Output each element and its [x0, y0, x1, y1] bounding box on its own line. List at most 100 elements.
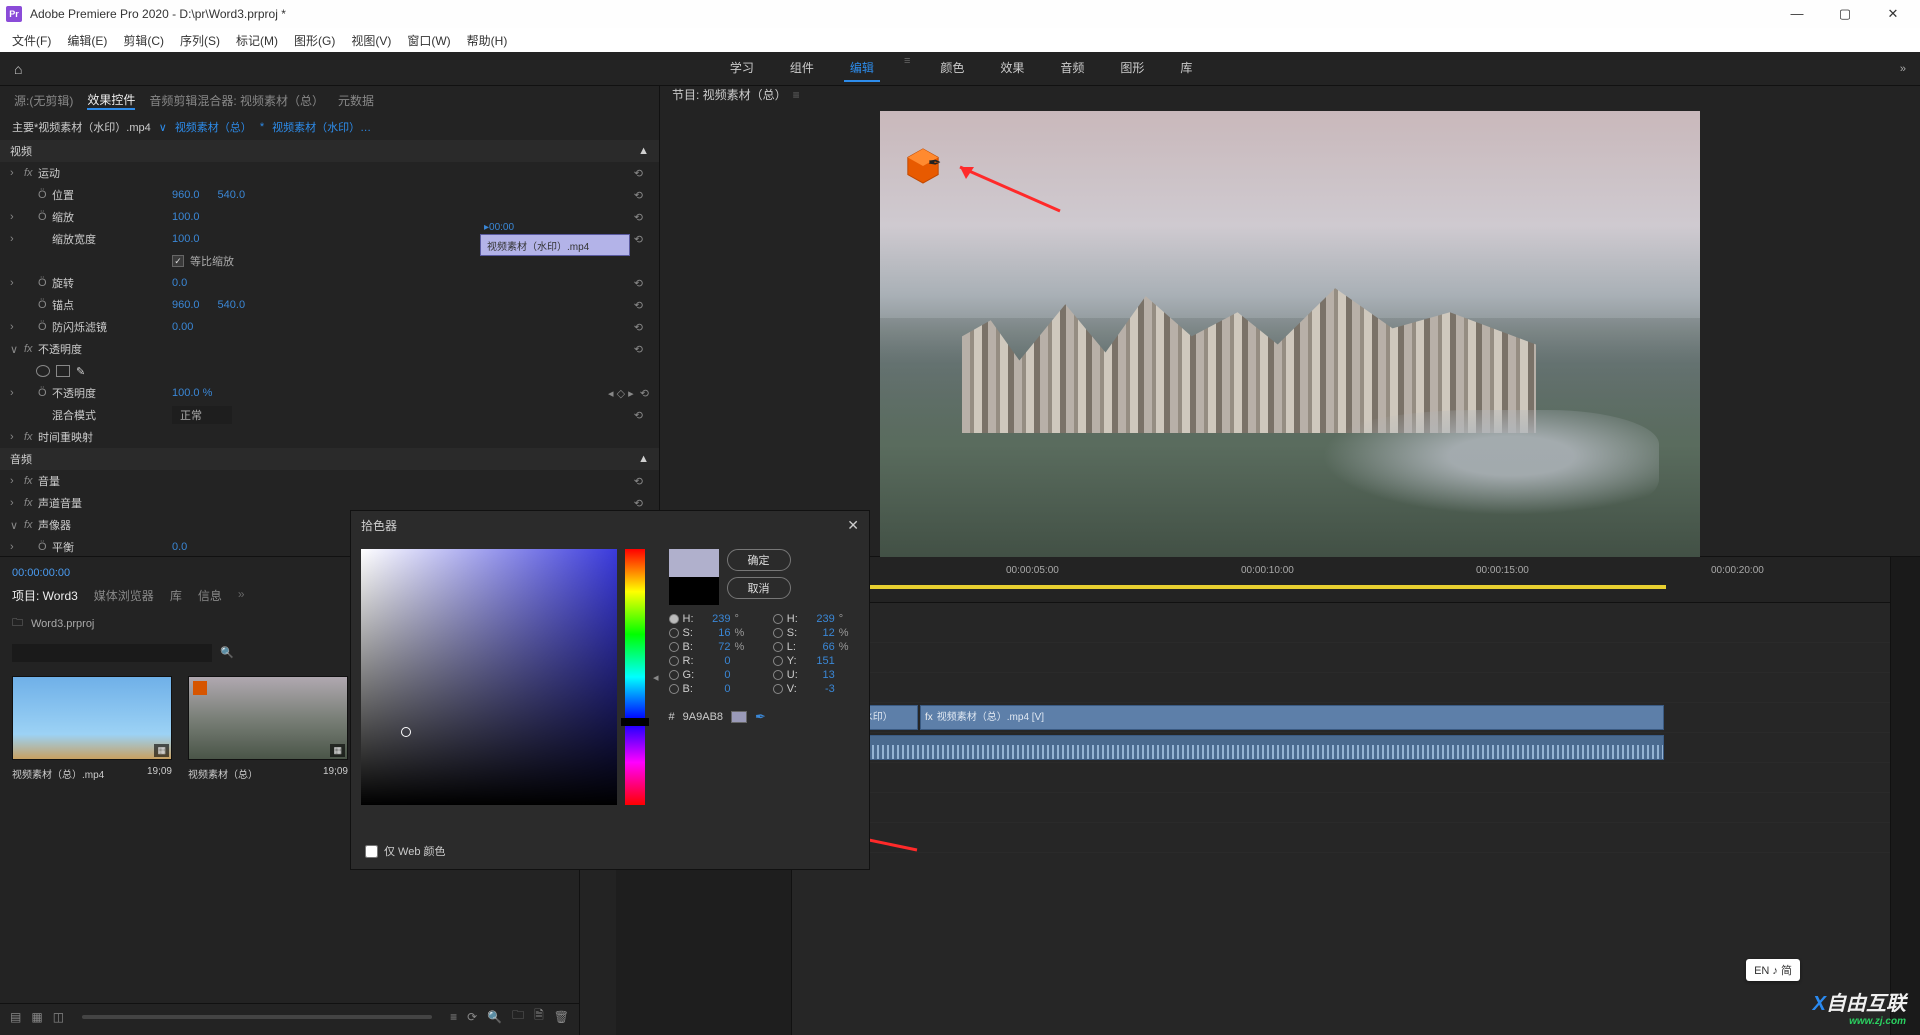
- hsl-h[interactable]: 239: [805, 613, 835, 625]
- hsl-s[interactable]: 12: [805, 627, 835, 639]
- mini-timeline-clip[interactable]: 视频素材（水印）.mp4: [480, 234, 630, 256]
- new-item-icon[interactable]: 🗎: [534, 1006, 544, 1027]
- sort-icon[interactable]: ≡: [450, 1010, 457, 1024]
- ws-tab-learn[interactable]: 学习: [724, 55, 760, 82]
- trash-icon[interactable]: 🗑: [554, 1010, 569, 1024]
- menu-file[interactable]: 文件(F): [6, 32, 57, 49]
- freeform-view-icon[interactable]: ◫: [53, 1010, 64, 1024]
- hsb-b[interactable]: 72: [701, 641, 731, 653]
- color-indicator[interactable]: [401, 727, 411, 737]
- scale-w-value[interactable]: 100.0: [172, 233, 200, 245]
- tab-libraries[interactable]: 库: [170, 587, 182, 604]
- tab-source[interactable]: 源:(无剪辑): [14, 92, 73, 109]
- opacity-value[interactable]: 100.0 %: [172, 387, 212, 399]
- anchor-y[interactable]: 540.0: [218, 299, 246, 311]
- uniform-scale-checkbox[interactable]: ✓: [172, 255, 184, 267]
- breadcrumb-clip[interactable]: 视频素材（水印）…: [272, 119, 371, 135]
- ws-tab-assembly[interactable]: 组件: [784, 55, 820, 82]
- reset-icon[interactable]: ⟲: [634, 321, 649, 334]
- find-icon[interactable]: 🔍: [487, 1010, 502, 1024]
- reset-icon[interactable]: ⟲: [634, 277, 649, 290]
- minimize-button[interactable]: —: [1782, 6, 1812, 22]
- radio-u[interactable]: [773, 670, 783, 680]
- ellipse-mask-icon[interactable]: [36, 365, 50, 377]
- close-icon[interactable]: ✕: [847, 517, 859, 534]
- ws-tab-color[interactable]: 颜色: [934, 55, 970, 82]
- breadcrumb-seq[interactable]: 视频素材（总）: [175, 119, 252, 135]
- tab-project[interactable]: 项目: Word3: [12, 587, 78, 604]
- prop-motion[interactable]: 运动: [38, 165, 158, 181]
- yuv-y[interactable]: 151: [805, 655, 835, 667]
- rgb-g[interactable]: 0: [701, 669, 731, 681]
- position-y[interactable]: 540.0: [218, 189, 246, 201]
- prop-panner[interactable]: 声像器: [38, 517, 158, 533]
- blend-mode-select[interactable]: 正常: [172, 406, 232, 424]
- position-x[interactable]: 960.0: [172, 189, 200, 201]
- track-lanes[interactable]: fx视频素材（水印） fx视频素材（总）.mp4 [V]: [792, 603, 1890, 1035]
- project-folder-name[interactable]: Word3.prproj: [31, 618, 94, 630]
- menu-window[interactable]: 窗口(W): [401, 32, 456, 49]
- timeline-clip-v1b[interactable]: fx视频素材（总）.mp4 [V]: [920, 705, 1664, 730]
- ok-button[interactable]: 确定: [727, 549, 791, 571]
- thumb-item[interactable]: ▦ 视频素材（总）19;09: [188, 676, 348, 781]
- rect-mask-icon[interactable]: [56, 365, 70, 377]
- reset-icon[interactable]: ⟲: [634, 475, 649, 488]
- tab-metadata[interactable]: 元数据: [338, 92, 374, 109]
- radio-bl[interactable]: [669, 684, 679, 694]
- rotation-value[interactable]: 0.0: [172, 277, 187, 289]
- home-icon[interactable]: ⌂: [0, 61, 36, 77]
- radio-s2[interactable]: [773, 628, 783, 638]
- eyedropper-icon[interactable]: ✒: [755, 709, 766, 725]
- close-button[interactable]: ✕: [1878, 6, 1908, 22]
- radio-v[interactable]: [773, 684, 783, 694]
- reset-icon[interactable]: ⟲: [634, 409, 649, 422]
- hsl-l[interactable]: 66: [805, 641, 835, 653]
- menu-sequence[interactable]: 序列(S): [174, 32, 226, 49]
- menu-help[interactable]: 帮助(H): [461, 32, 514, 49]
- rgb-r[interactable]: 0: [701, 655, 731, 667]
- work-area-bar[interactable]: [796, 585, 1666, 589]
- program-monitor[interactable]: ✒: [660, 103, 1920, 579]
- yuv-v[interactable]: -3: [805, 683, 835, 695]
- tab-media-browser[interactable]: 媒体浏览器: [94, 587, 154, 604]
- reset-icon[interactable]: ⟲: [634, 233, 649, 246]
- radio-r[interactable]: [669, 656, 679, 666]
- radio-s[interactable]: [669, 628, 679, 638]
- hsb-h[interactable]: 239: [701, 613, 731, 625]
- reset-icon[interactable]: ⟲: [634, 343, 649, 356]
- tab-info[interactable]: 信息: [198, 587, 222, 604]
- tab-effect-controls[interactable]: 效果控件: [87, 91, 135, 110]
- icon-view-icon[interactable]: ▦: [31, 1010, 42, 1024]
- color-field[interactable]: [361, 549, 617, 805]
- radio-y[interactable]: [773, 656, 783, 666]
- balance-value[interactable]: 0.0: [172, 541, 187, 553]
- thumb-size-slider[interactable]: [82, 1015, 432, 1019]
- rgb-b[interactable]: 0: [701, 683, 731, 695]
- reset-icon[interactable]: ⟲: [634, 167, 649, 180]
- ime-indicator[interactable]: EN ♪ 简: [1746, 959, 1800, 981]
- reset-icon[interactable]: ⟲: [634, 211, 649, 224]
- web-only-checkbox[interactable]: [365, 845, 378, 858]
- ws-tab-editing[interactable]: 编辑: [844, 55, 880, 82]
- anchor-x[interactable]: 960.0: [172, 299, 200, 311]
- prop-opacity-header[interactable]: 不透明度: [38, 341, 158, 357]
- timeline-clip-a1[interactable]: [796, 735, 1664, 760]
- ws-tab-library[interactable]: 库: [1174, 55, 1198, 82]
- hsb-s[interactable]: 16: [701, 627, 731, 639]
- prop-volume[interactable]: 音量: [38, 473, 158, 489]
- reset-icon[interactable]: ⟲: [634, 299, 649, 312]
- automate-icon[interactable]: ⟳: [467, 1010, 477, 1024]
- radio-l[interactable]: [773, 642, 783, 652]
- menu-view[interactable]: 视图(V): [345, 32, 397, 49]
- radio-h[interactable]: [669, 614, 679, 624]
- scale-value[interactable]: 100.0: [172, 211, 200, 223]
- tab-audio-mixer[interactable]: 音频剪辑混合器: 视频素材（总）: [149, 92, 324, 109]
- thumb-item[interactable]: ▦ 视频素材（总）.mp419;09: [12, 676, 172, 781]
- radio-h2[interactable]: [773, 614, 783, 624]
- prop-time-remap[interactable]: 时间重映射: [38, 429, 158, 445]
- cancel-button[interactable]: 取消: [727, 577, 791, 599]
- reset-icon[interactable]: ⟲: [634, 189, 649, 202]
- reset-icon[interactable]: ⟲: [634, 497, 649, 510]
- radio-b[interactable]: [669, 642, 679, 652]
- hex-value[interactable]: 9A9AB8: [683, 711, 723, 723]
